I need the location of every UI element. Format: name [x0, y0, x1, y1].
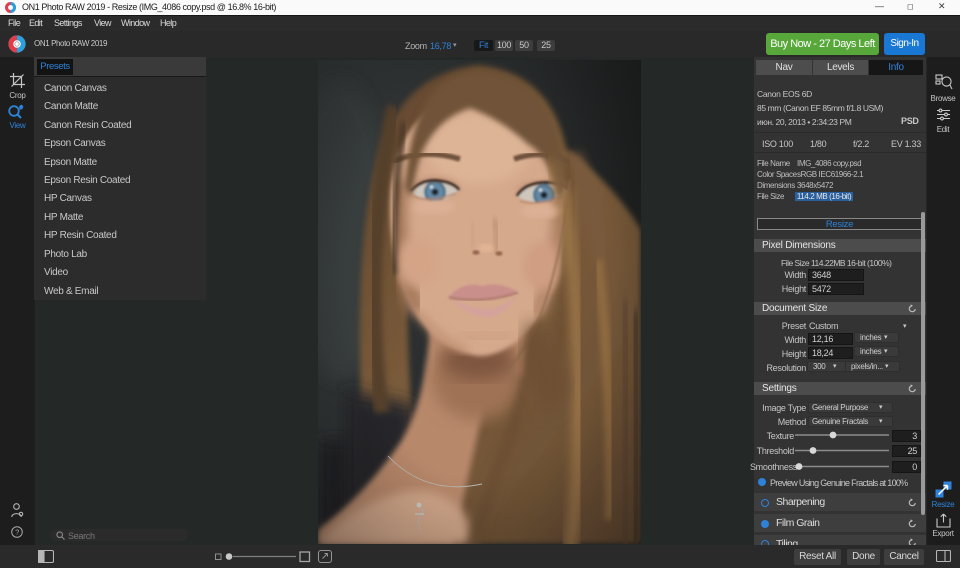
svg-text:?: ? — [15, 528, 19, 537]
